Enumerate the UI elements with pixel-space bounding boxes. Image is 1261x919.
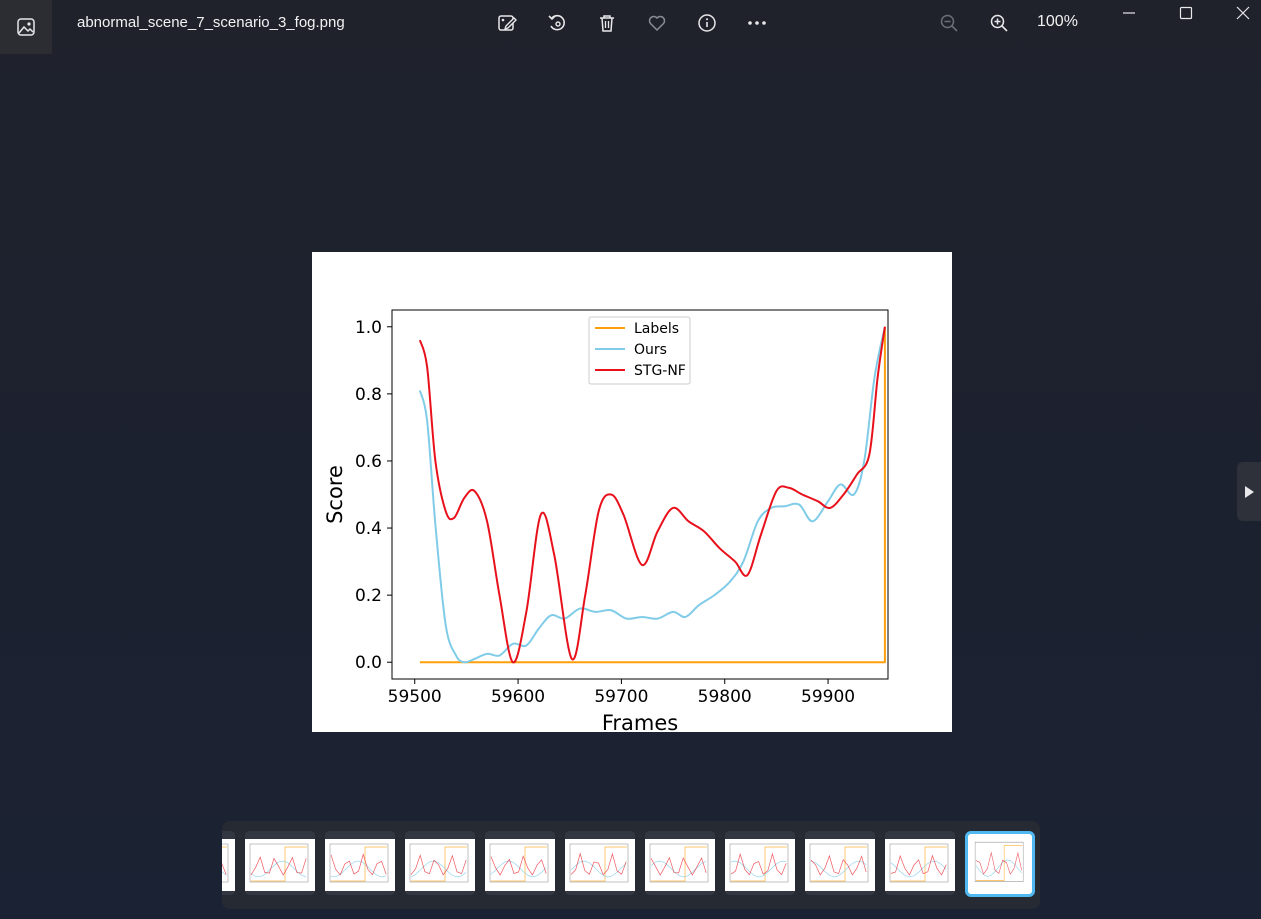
thumbnail-image <box>325 839 395 891</box>
legend-label: Ours <box>634 342 667 358</box>
filmstrip-thumbnail[interactable] <box>222 831 235 895</box>
minimize-icon[interactable] <box>1117 2 1141 24</box>
x-tick-label: 59500 <box>388 687 442 707</box>
delete-icon[interactable] <box>594 10 620 36</box>
thumbnail-image <box>971 837 1029 891</box>
x-axis-label: Frames <box>602 711 678 732</box>
line-chart: 59500 59600 59700 59800 59900 0.0 0.2 0.4 0.6 0.8… <box>323 309 889 732</box>
y-tick-label: 0.4 <box>355 519 382 539</box>
file-name: abnormal_scene_7_scenario_3_fog.png <box>77 14 345 31</box>
y-tick-label: 0.8 <box>355 385 382 405</box>
rotate-icon[interactable] <box>544 10 570 36</box>
thumbnail-image <box>885 839 955 891</box>
filmstrip-thumbnail[interactable] <box>725 831 795 895</box>
filmstrip-thumbnail[interactable] <box>645 831 715 895</box>
filmstrip-thumbnail[interactable] <box>405 831 475 895</box>
zoom-level[interactable]: 100% <box>1037 13 1078 31</box>
next-image-button[interactable] <box>1237 462 1261 521</box>
y-tick-label: 1.0 <box>355 318 382 338</box>
filmstrip <box>222 821 1040 909</box>
thumbnail-image <box>805 839 875 891</box>
filmstrip-thumbnail[interactable] <box>485 831 555 895</box>
filmstrip-thumbnail[interactable] <box>885 831 955 895</box>
filmstrip-thumbnail[interactable] <box>565 831 635 895</box>
info-icon[interactable] <box>694 10 720 36</box>
filmstrip-thumbnail[interactable] <box>805 831 875 895</box>
edit-image-icon[interactable] <box>494 10 520 36</box>
y-tick-label: 0.0 <box>355 653 382 673</box>
x-tick-label: 59800 <box>698 687 752 707</box>
y-tick-label: 0.2 <box>355 586 382 606</box>
thumbnail-image <box>645 839 715 891</box>
title-bar: abnormal_scene_7_scenario_3_fog.png 100% <box>0 0 1261 54</box>
more-icon[interactable] <box>744 10 770 36</box>
image-viewer-canvas: 59500 59600 59700 59800 59900 0.0 0.2 0.4 0.6 0.8… <box>312 252 952 732</box>
legend-label: STG-NF <box>634 363 686 379</box>
thumbnail-image <box>485 839 555 891</box>
y-tick-label: 0.6 <box>355 452 382 472</box>
thumbnail-image <box>725 839 795 891</box>
thumbnail-image <box>405 839 475 891</box>
x-tick-label: 59900 <box>801 687 855 707</box>
favorite-icon[interactable] <box>644 10 670 36</box>
close-icon[interactable] <box>1231 2 1255 24</box>
thumbnail-image <box>222 839 235 891</box>
maximize-icon[interactable] <box>1174 2 1198 24</box>
filmstrip-thumbnail[interactable] <box>965 831 1035 897</box>
zoom-out-icon[interactable] <box>936 10 962 36</box>
play-arrow-icon <box>1245 485 1254 498</box>
x-tick-label: 59700 <box>594 687 648 707</box>
legend-label: Labels <box>634 321 679 337</box>
thumbnail-image <box>565 839 635 891</box>
zoom-in-icon[interactable] <box>986 10 1012 36</box>
filmstrip-thumbnail[interactable] <box>245 831 315 895</box>
x-tick-label: 59600 <box>491 687 545 707</box>
filmstrip-thumbnail[interactable] <box>325 831 395 895</box>
y-axis-label: Score <box>323 465 347 524</box>
app-gallery-icon[interactable] <box>0 0 52 54</box>
thumbnail-image <box>245 839 315 891</box>
